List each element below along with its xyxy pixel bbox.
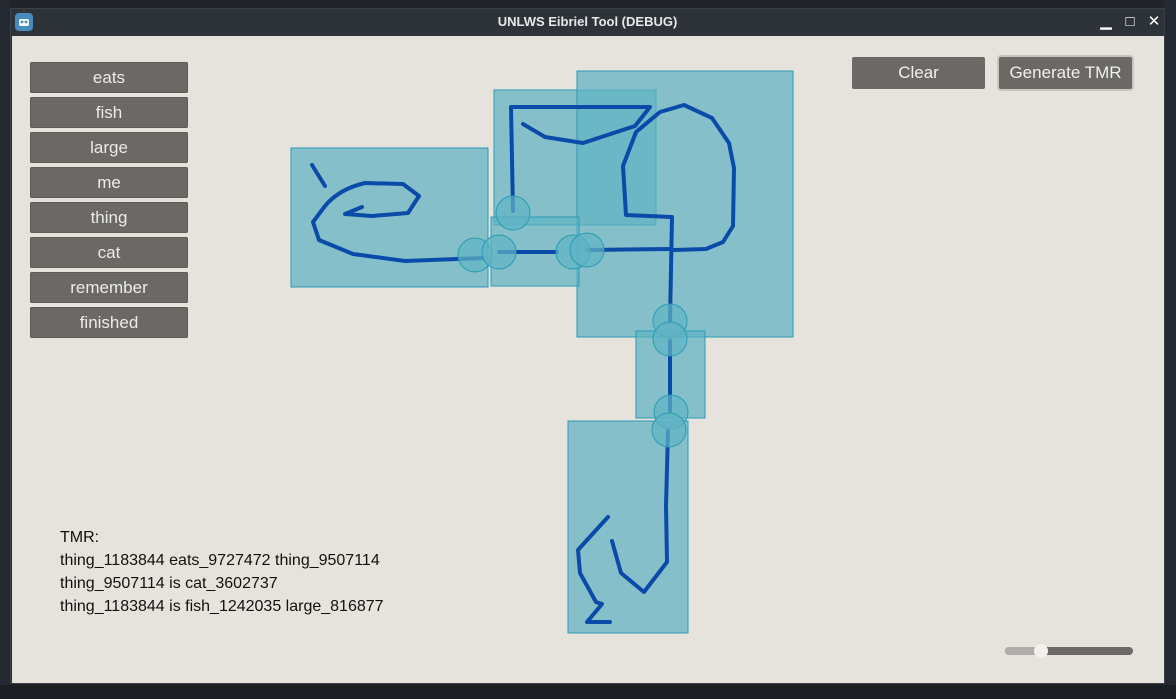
window-title: UNLWS Eibriel Tool (DEBUG) xyxy=(497,14,678,29)
background-editor-left xyxy=(0,0,10,699)
maximize-button[interactable]: □ xyxy=(1119,12,1141,32)
zoom-slider[interactable] xyxy=(1005,644,1133,658)
clear-button[interactable]: Clear xyxy=(852,57,985,89)
minimize-button[interactable]: ▁ xyxy=(1095,12,1117,32)
glyph-box-cat[interactable] xyxy=(567,420,689,634)
close-button[interactable]: ✕ xyxy=(1143,12,1165,32)
connection-node-eats-bottom[interactable] xyxy=(495,195,531,231)
connection-node-cat-top[interactable] xyxy=(651,412,687,448)
glyph-box-fish[interactable] xyxy=(290,147,489,288)
tmr-line: thing_1183844 eats_9727472 thing_9507114 xyxy=(60,552,380,569)
tmr-line: thing_1183844 is fish_1242035 large_8168… xyxy=(60,598,384,615)
connection-node-thing-left[interactable] xyxy=(569,232,605,268)
zoom-slider-handle[interactable] xyxy=(1033,644,1048,658)
main-panel: eats fish large me thing cat remember finished xyxy=(12,36,1164,683)
tmr-output: TMR: thing_1183844 eats_9727472 thing_95… xyxy=(60,526,384,618)
background-editor-bottom xyxy=(0,685,1176,699)
tmr-heading: TMR: xyxy=(60,529,100,546)
tmr-line: thing_9507114 is cat_3602737 xyxy=(60,575,278,592)
title-bar[interactable]: UNLWS Eibriel Tool (DEBUG) ▁ □ ✕ xyxy=(11,9,1164,36)
glyph-box-thing-a[interactable] xyxy=(576,70,794,338)
background-editor-right xyxy=(1164,0,1176,699)
connection-node-connector-left[interactable] xyxy=(481,234,517,270)
connection-node-vertical-top[interactable] xyxy=(652,321,688,357)
generate-tmr-button[interactable]: Generate TMR xyxy=(999,57,1132,89)
app-window: UNLWS Eibriel Tool (DEBUG) ▁ □ ✕ eats fis… xyxy=(10,8,1165,684)
